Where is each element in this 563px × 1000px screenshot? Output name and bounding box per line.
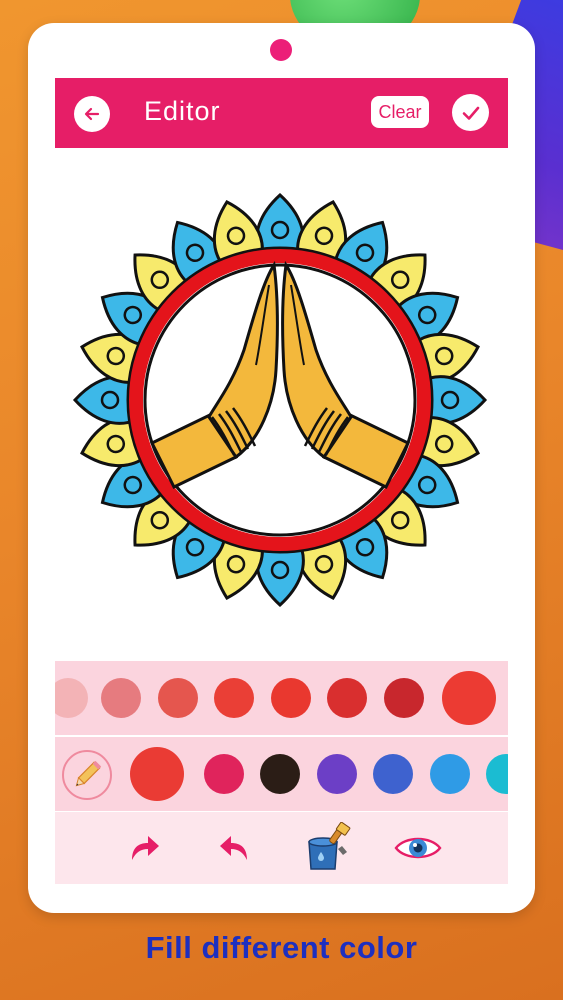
color-swatch[interactable] — [130, 747, 184, 801]
color-swatch[interactable] — [384, 678, 424, 718]
preview-button[interactable] — [393, 826, 443, 870]
color-swatch[interactable] — [55, 678, 88, 718]
redo-icon — [132, 836, 159, 860]
mandala-petal — [428, 375, 488, 425]
editor-toolbar: Editor Clear — [55, 78, 508, 148]
promo-caption: Fill different color — [145, 930, 418, 965]
undo-icon — [220, 836, 247, 860]
page-title: Editor — [144, 96, 221, 126]
color-swatch[interactable] — [373, 754, 413, 794]
color-swatch[interactable] — [327, 678, 367, 718]
color-swatch[interactable] — [260, 754, 300, 794]
pencil-tool-button[interactable] — [62, 750, 112, 800]
redo-button[interactable] — [122, 826, 166, 870]
preview-eye-icon — [394, 837, 442, 859]
checkmark-icon — [462, 106, 479, 120]
mandala-petal — [72, 375, 132, 425]
color-swatch[interactable] — [271, 678, 311, 718]
color-swatch[interactable] — [317, 754, 357, 794]
fill-bucket-button[interactable] — [303, 821, 353, 872]
color-swatch[interactable] — [101, 678, 141, 718]
arrow-left-icon — [84, 107, 100, 121]
paint-bucket-icon — [308, 821, 351, 870]
undo-button[interactable] — [213, 826, 257, 870]
mandala-artwork — [72, 192, 488, 608]
pencil-icon — [75, 760, 102, 787]
tool-bar — [55, 812, 508, 884]
color-swatch[interactable] — [486, 754, 508, 794]
color-palette-shades — [55, 661, 508, 735]
back-button[interactable] — [74, 96, 110, 132]
mandala-petal — [255, 192, 305, 252]
color-palette-base — [55, 737, 508, 811]
color-swatch[interactable] — [430, 754, 470, 794]
color-swatch[interactable] — [204, 754, 244, 794]
clear-button[interactable]: Clear — [371, 96, 429, 128]
mandala-center — [143, 263, 417, 537]
mandala-petal — [255, 548, 305, 608]
color-swatch[interactable] — [158, 678, 198, 718]
color-swatch[interactable] — [214, 678, 254, 718]
coloring-canvas[interactable] — [64, 185, 496, 625]
camera-dot — [270, 39, 292, 61]
done-button[interactable] — [452, 94, 489, 131]
color-swatch[interactable] — [442, 671, 496, 725]
